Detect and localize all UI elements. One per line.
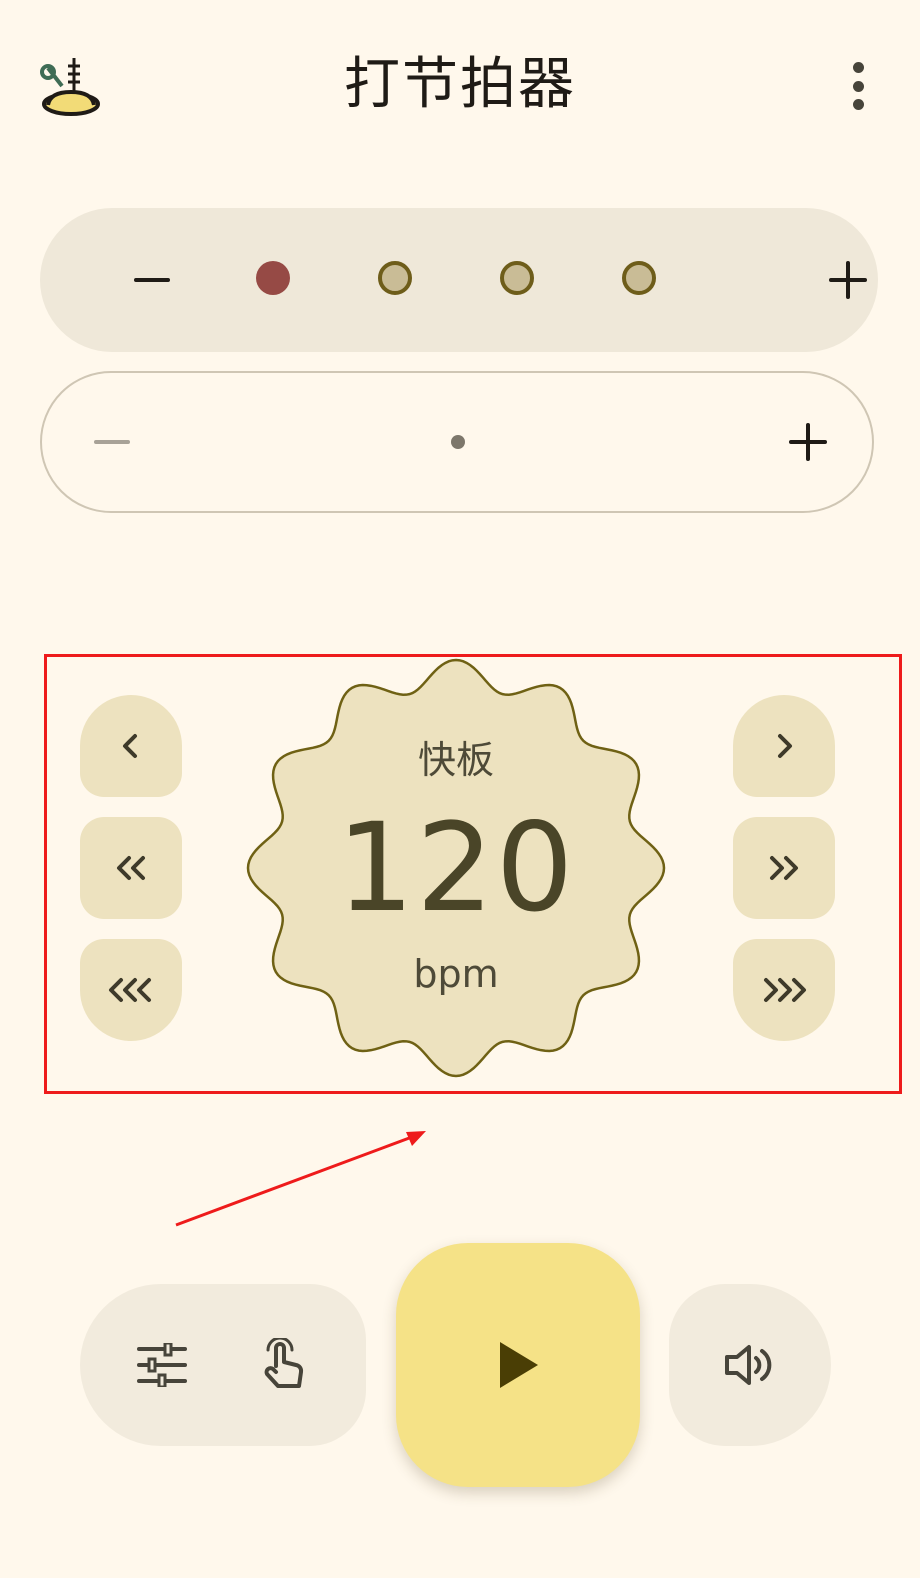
beats-row — [40, 208, 878, 352]
remove-subdivision-button[interactable] — [72, 402, 152, 482]
plus-icon — [829, 261, 867, 299]
more-dot — [852, 62, 864, 73]
chevron-right-icon — [778, 734, 792, 758]
tune-icon[interactable] — [122, 1325, 202, 1405]
tempo-unit: bpm — [413, 952, 499, 996]
triple-chevron-right-icon — [764, 978, 806, 1002]
triple-chevron-left-icon — [109, 978, 151, 1002]
app-title: 打节拍器 — [344, 52, 576, 117]
annotation-arrow — [170, 1120, 440, 1240]
add-beat-button[interactable] — [808, 240, 888, 320]
chevron-left-icon — [123, 734, 137, 758]
top-app-bar: 打节拍器 — [0, 0, 920, 170]
double-chevron-right-icon — [770, 856, 798, 880]
more-dot — [852, 80, 864, 92]
tempo-increase-5-button[interactable] — [733, 817, 835, 919]
more-dot — [852, 99, 864, 110]
subdivision-row — [40, 371, 874, 513]
volume-icon — [725, 1345, 772, 1385]
tempo-decrease-5-button[interactable] — [80, 817, 182, 919]
beat-dot-1[interactable] — [256, 261, 290, 295]
tempo-value: 120 — [336, 797, 576, 939]
tempo-marking: 快板 — [417, 738, 494, 782]
remove-beat-button[interactable] — [112, 240, 192, 320]
touch-icon[interactable] — [244, 1325, 324, 1405]
tempo-decrease-1-button[interactable] — [80, 695, 182, 797]
play-button[interactable] — [396, 1243, 640, 1487]
tempo-increase-1-button[interactable] — [733, 695, 835, 797]
beat-dot-4[interactable] — [622, 261, 656, 295]
minus-icon — [134, 278, 170, 282]
plus-icon — [789, 423, 827, 461]
minus-icon — [94, 440, 130, 444]
subdivision-dot — [451, 435, 465, 449]
tempo-increase-10-button[interactable] — [733, 939, 835, 1041]
beat-dot-3[interactable] — [500, 261, 534, 295]
tempo-dial[interactable]: 快板 120 bpm — [246, 658, 666, 1078]
more-vert-icon[interactable] — [842, 62, 874, 110]
play-icon — [500, 1342, 538, 1388]
add-subdivision-button[interactable] — [768, 402, 848, 482]
double-chevron-left-icon — [117, 856, 145, 880]
tempo-decrease-10-button[interactable] — [80, 939, 182, 1041]
sound-button[interactable] — [669, 1284, 831, 1446]
settings-pill — [80, 1284, 366, 1446]
beat-dot-2[interactable] — [378, 261, 412, 295]
